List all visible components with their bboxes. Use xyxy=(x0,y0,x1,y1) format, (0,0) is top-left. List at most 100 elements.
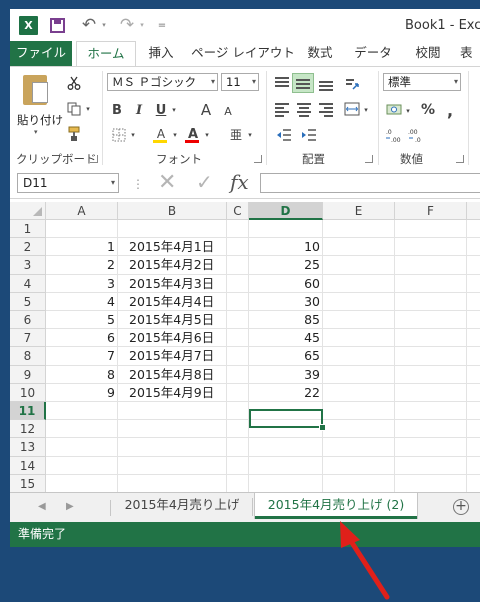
tab-view[interactable]: 表 xyxy=(460,41,480,66)
number-format-dropdown-icon[interactable]: ▾ xyxy=(454,74,458,90)
sheet-tab-2[interactable]: 2015年4月売り上げ (2) xyxy=(255,493,417,519)
cancel-entry-icon[interactable]: ✕ xyxy=(158,170,176,195)
tab-file[interactable]: ファイル xyxy=(10,41,72,66)
undo-icon[interactable]: ↶ xyxy=(79,15,99,35)
shrink-font-button[interactable]: A xyxy=(220,103,236,119)
add-sheet-icon[interactable]: + xyxy=(453,499,469,515)
column-header-c[interactable]: C xyxy=(227,202,249,220)
decrease-indent-icon[interactable] xyxy=(275,127,293,143)
copy-dropdown-icon[interactable]: ▾ xyxy=(84,101,92,117)
row-header-12[interactable]: 12 xyxy=(10,420,46,439)
merge-dropdown-icon[interactable]: ▾ xyxy=(362,102,370,118)
underline-dropdown-icon[interactable]: ▾ xyxy=(170,101,178,119)
font-size-combo[interactable]: 11 ▾ xyxy=(221,73,259,91)
cell-b8[interactable]: 2015年4月7日 xyxy=(129,347,225,365)
row-header-6[interactable]: 6 xyxy=(10,311,46,330)
align-center-icon[interactable] xyxy=(293,99,315,119)
cell-d7[interactable]: 45 xyxy=(249,329,320,347)
cell-a9[interactable]: 8 xyxy=(46,366,115,384)
borders-dropdown-icon[interactable]: ▾ xyxy=(129,127,137,143)
cut-icon[interactable] xyxy=(66,75,82,91)
undo-dropdown-icon[interactable]: ▾ xyxy=(100,16,108,34)
tab-insert[interactable]: 挿入 xyxy=(138,41,184,66)
phonetic-guide-icon[interactable]: 亜 xyxy=(228,125,244,143)
tab-formulas[interactable]: 数式 xyxy=(298,41,342,66)
cell-a2[interactable]: 1 xyxy=(46,238,115,256)
borders-icon[interactable] xyxy=(111,127,127,143)
enter-entry-icon[interactable]: ✓ xyxy=(196,170,213,194)
font-size-dropdown-icon[interactable]: ▾ xyxy=(252,74,256,90)
tab-home[interactable]: ホーム xyxy=(76,41,136,67)
orientation-icon[interactable] xyxy=(343,75,361,93)
clipboard-dialog-launcher-icon[interactable] xyxy=(90,155,98,163)
currency-format-icon[interactable] xyxy=(385,101,403,119)
cell-b4[interactable]: 2015年4月3日 xyxy=(129,275,225,293)
cell-a6[interactable]: 5 xyxy=(46,311,115,329)
align-left-icon[interactable] xyxy=(271,99,293,119)
row-header-4[interactable]: 4 xyxy=(10,274,46,293)
font-color-dropdown-icon[interactable]: ▾ xyxy=(203,127,211,143)
cell-d5[interactable]: 30 xyxy=(249,293,320,311)
row-header-14[interactable]: 14 xyxy=(10,456,46,475)
row-header-10[interactable]: 10 xyxy=(10,383,46,402)
cell-b10[interactable]: 2015年4月9日 xyxy=(129,384,225,402)
save-icon[interactable] xyxy=(50,18,65,33)
insert-function-icon[interactable]: fx xyxy=(230,170,249,194)
row-header-15[interactable]: 15 xyxy=(10,474,46,493)
cell-d3[interactable]: 25 xyxy=(249,256,320,274)
cell-a7[interactable]: 6 xyxy=(46,329,115,347)
cell-b3[interactable]: 2015年4月2日 xyxy=(129,256,225,274)
cell-a8[interactable]: 7 xyxy=(46,347,115,365)
bold-button[interactable]: B xyxy=(109,101,125,119)
customize-quick-access-icon[interactable]: = xyxy=(157,16,167,34)
number-dialog-launcher-icon[interactable] xyxy=(456,155,464,163)
name-box[interactable]: D11 ▾ xyxy=(17,173,119,193)
cell-b7[interactable]: 2015年4月6日 xyxy=(129,329,225,347)
select-all-button[interactable] xyxy=(10,202,46,220)
font-name-combo[interactable]: ＭＳ Ｐゴシック ▾ xyxy=(107,73,218,91)
column-header-f[interactable]: F xyxy=(395,202,467,220)
comma-style-button[interactable]: , xyxy=(443,101,457,120)
fill-color-icon[interactable]: A xyxy=(153,125,169,143)
cell-a10[interactable]: 9 xyxy=(46,384,115,402)
row-header-5[interactable]: 5 xyxy=(10,292,46,311)
prev-sheet-icon[interactable]: ◀ xyxy=(38,501,46,512)
cell-b6[interactable]: 2015年4月5日 xyxy=(129,311,225,329)
merge-center-icon[interactable] xyxy=(343,100,361,118)
active-cell-d11[interactable] xyxy=(249,409,323,428)
align-right-icon[interactable] xyxy=(315,99,337,119)
cell-b9[interactable]: 2015年4月8日 xyxy=(129,366,225,384)
align-top-icon[interactable] xyxy=(271,73,293,93)
row-header-13[interactable]: 13 xyxy=(10,438,46,457)
row-header-1[interactable]: 1 xyxy=(10,220,46,239)
grow-font-button[interactable]: A xyxy=(198,101,214,119)
formula-input[interactable] xyxy=(260,173,480,193)
next-sheet-icon[interactable]: ▶ xyxy=(66,501,74,512)
cell-d8[interactable]: 65 xyxy=(249,347,320,365)
font-name-dropdown-icon[interactable]: ▾ xyxy=(211,74,215,90)
increase-decimal-icon[interactable]: .0.00 xyxy=(385,126,403,144)
tab-review[interactable]: 校閲 xyxy=(406,41,450,66)
sheet-tab-1[interactable]: 2015年4月売り上げ xyxy=(114,493,250,519)
cell-d9[interactable]: 39 xyxy=(249,366,320,384)
redo-icon[interactable]: ↷ xyxy=(117,15,137,35)
font-dialog-launcher-icon[interactable] xyxy=(254,155,262,163)
font-color-icon[interactable]: A xyxy=(185,125,201,143)
align-middle-icon[interactable] xyxy=(292,73,314,93)
tab-data[interactable]: データ xyxy=(348,41,398,66)
cell-d4[interactable]: 60 xyxy=(249,275,320,293)
fill-color-dropdown-icon[interactable]: ▾ xyxy=(171,127,179,143)
alignment-dialog-launcher-icon[interactable] xyxy=(365,155,373,163)
row-header-2[interactable]: 2 xyxy=(10,238,46,257)
cell-b5[interactable]: 2015年4月4日 xyxy=(129,293,225,311)
row-header-7[interactable]: 7 xyxy=(10,329,46,348)
cell-d10[interactable]: 22 xyxy=(249,384,320,402)
formula-bar-grip[interactable]: ⋮ xyxy=(132,177,144,191)
row-header-9[interactable]: 9 xyxy=(10,365,46,384)
copy-icon[interactable] xyxy=(66,101,82,117)
cell-d2[interactable]: 10 xyxy=(249,238,320,256)
percent-style-button[interactable]: % xyxy=(419,101,437,119)
cell-a5[interactable]: 4 xyxy=(46,293,115,311)
paste-dropdown-icon[interactable]: ▾ xyxy=(34,128,38,136)
column-header-b[interactable]: B xyxy=(118,202,227,220)
